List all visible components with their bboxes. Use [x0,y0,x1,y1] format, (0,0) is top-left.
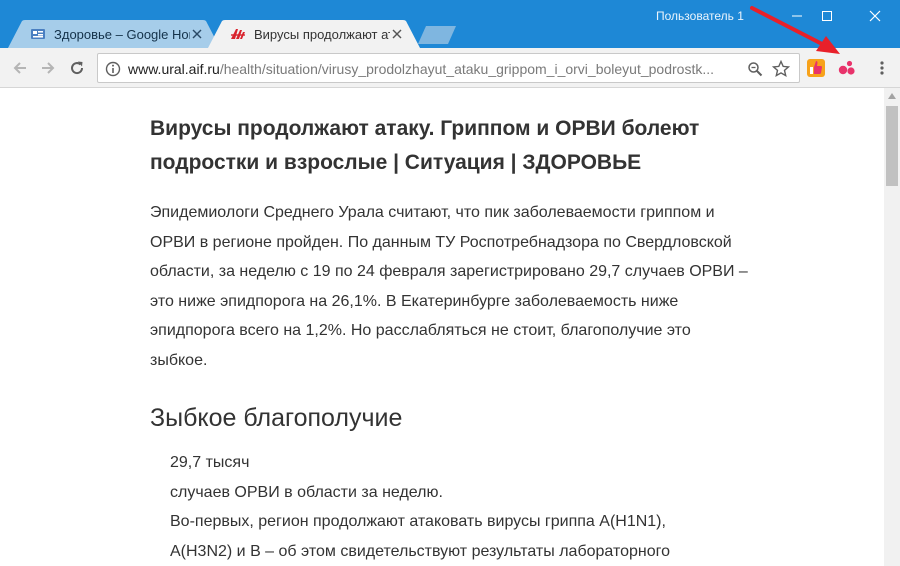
maximize-icon [822,11,832,21]
google-news-icon [31,29,45,39]
address-bar[interactable]: www.ural.aif.ru/health/situation/virusy_… [97,53,800,83]
reload-icon [71,61,84,75]
article-body: 29,7 тысяч случаев ОРВИ в области за нед… [170,448,750,566]
article-title: Вирусы продолжают атаку. Гриппом и ОРВИ … [150,117,700,174]
body-line: случаев ОРВИ в области за неделю. [170,483,443,501]
article-lead: Эпидемиологи Среднего Урала считают, что… [150,204,748,369]
tab-title: Здоровье – Google Нов [54,26,190,42]
extension-dots-icon[interactable] [837,58,857,78]
aif-icon [231,29,245,39]
minimize-icon [792,15,802,17]
reload-button[interactable] [65,56,89,80]
url-path: /health/situation/virusy_prodolzhayut_at… [219,61,715,77]
page-content: Вирусы продолжают атаку. Гриппом и ОРВИ … [0,88,884,566]
tab-aif-article[interactable]: Вирусы продолжают ата [208,20,420,48]
close-window-button[interactable] [852,0,898,32]
arrow-left-icon [13,62,26,74]
arrow-right-icon [42,62,55,74]
article-subheading: Зыбкое благополучие [150,404,403,432]
extension-thumbs-icon[interactable] [806,58,826,78]
tab-title: Вирусы продолжают ата [254,26,390,42]
tab-google-news[interactable]: Здоровье – Google Нов [8,20,220,48]
tab-close-button[interactable] [190,27,204,41]
close-icon [192,29,202,39]
triangle-up-icon [888,93,896,99]
body-line: 29,7 тысяч [170,454,250,471]
close-icon [392,29,402,39]
more-vertical-icon [880,61,884,75]
scroll-thumb[interactable] [886,106,898,186]
scroll-up-button[interactable] [884,88,900,104]
tab-close-button[interactable] [390,27,404,41]
url-text[interactable]: www.ural.aif.ru/health/situation/virusy_… [128,61,748,77]
maximize-button[interactable] [804,0,850,32]
bookmark-star-icon[interactable] [772,60,790,78]
info-icon[interactable] [104,60,122,78]
forward-button[interactable] [36,56,60,80]
browser-toolbar: www.ural.aif.ru/health/situation/virusy_… [0,48,900,88]
body-line: А(H3N2) и В – об этом свидетельствуют ре… [170,542,671,560]
profile-user-label[interactable]: Пользователь 1 [656,9,744,23]
back-button[interactable] [8,56,32,80]
close-icon [869,10,881,22]
new-tab-button[interactable] [418,26,456,44]
body-line: Во-первых, регион продолжают атаковать в… [170,513,666,530]
window-titlebar: Пользователь 1 Здоровье – Google Нов Вир… [0,0,900,48]
vertical-scrollbar[interactable] [884,88,900,566]
url-host: www.ural.aif.ru [128,61,220,77]
menu-button[interactable] [870,56,894,80]
zoom-icon[interactable] [746,60,764,78]
